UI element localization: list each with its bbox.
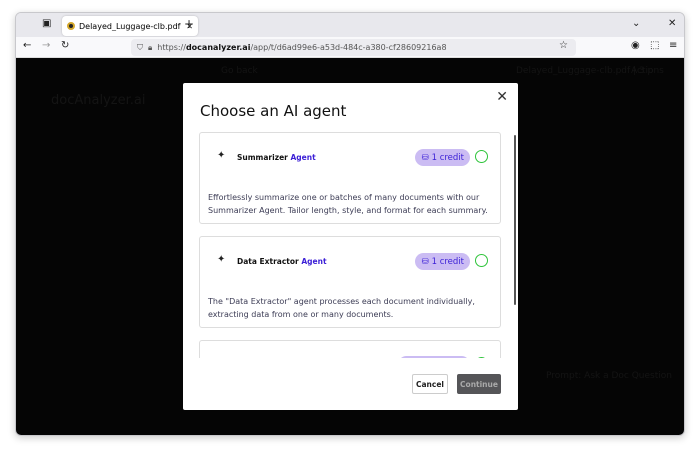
new-tab-icon[interactable]: +: [184, 17, 194, 31]
agent-radio[interactable]: [475, 150, 488, 163]
agent-name: Data Extractor: [237, 257, 299, 266]
browser-window: ▣ Delayed_Luggage-clb.pdf ✕ + ⌄ ✕ ← → ↻ …: [15, 12, 685, 436]
url-bar[interactable]: ⛉ 🔒︎ https://docanalyzer.ai/app/t/d6ad99…: [131, 39, 576, 56]
prompt-label: Prompt: Ask a Doc Question: [546, 371, 672, 381]
dialog-title: Choose an AI agent: [200, 102, 347, 120]
coins-icon: ⛁: [421, 152, 429, 163]
logo: docAnalyzer.ai: [51, 93, 146, 108]
continue-button[interactable]: Continue: [457, 374, 501, 394]
close-dialog-icon[interactable]: ✕: [496, 89, 508, 105]
choose-agent-dialog: Choose an AI agent ✕ ✦ Summarizer Agent …: [183, 83, 518, 410]
agent-radio[interactable]: [475, 357, 488, 358]
agent-radio[interactable]: [475, 254, 488, 267]
coins-icon: ⛁: [421, 256, 429, 267]
menu-icon[interactable]: ≡: [669, 40, 677, 51]
credit-badge: ⛁ 1 credit: [415, 149, 470, 166]
back-icon[interactable]: ←: [23, 40, 31, 51]
agent-description: Effortlessly summarize one or batches of…: [208, 193, 488, 215]
reload-icon[interactable]: ↻: [61, 40, 69, 51]
agent-list[interactable]: ✦ Summarizer Agent ⛁ 1 credit Effortlessl…: [183, 131, 518, 358]
actions-menu: Actions: [631, 66, 664, 76]
forward-icon[interactable]: →: [42, 40, 50, 51]
agent-card-summarizer[interactable]: ✦ Summarizer Agent ⛁ 1 credit Effortlessl…: [199, 132, 501, 224]
sparkles-icon: ✦: [217, 150, 226, 161]
sparkles-icon: ✦: [217, 254, 226, 265]
close-window-icon[interactable]: ✕: [668, 18, 676, 29]
tab-list-icon[interactable]: ⌄: [632, 18, 640, 29]
tab-overview-icon[interactable]: ▣: [42, 18, 51, 29]
page-overlay: docAnalyzer.ai Go back Delayed_Luggage-c…: [16, 58, 684, 435]
scrollbar[interactable]: [514, 135, 516, 305]
credit-badge: ⛁ 1 credit: [415, 253, 470, 270]
browser-tab[interactable]: Delayed_Luggage-clb.pdf ✕: [62, 16, 198, 36]
bookmark-star-icon[interactable]: ☆: [559, 40, 568, 51]
nav-bar: ← → ↻ ⛉ 🔒︎ https://docanalyzer.ai/app/t/…: [16, 37, 684, 58]
tab-bar: ▣ Delayed_Luggage-clb.pdf ✕ + ⌄ ✕: [16, 13, 684, 37]
agent-description: The "Data Extractor" agent processes eac…: [208, 297, 475, 319]
account-icon[interactable]: ◉: [631, 40, 640, 51]
agent-card-partial[interactable]: [199, 340, 501, 358]
go-back-link: Go back: [221, 66, 258, 76]
agent-card-data-extractor[interactable]: ✦ Data Extractor Agent ⛁ 1 credit The "Da…: [199, 236, 501, 328]
lock-icon: 🔒︎: [148, 42, 153, 52]
shield-icon: ⛉: [137, 42, 143, 52]
extensions-icon[interactable]: ⬚: [650, 40, 659, 51]
cancel-button[interactable]: Cancel: [412, 374, 448, 394]
credit-badge: [398, 356, 470, 358]
favicon-icon: [67, 22, 75, 30]
agent-name: Summarizer: [237, 153, 288, 162]
